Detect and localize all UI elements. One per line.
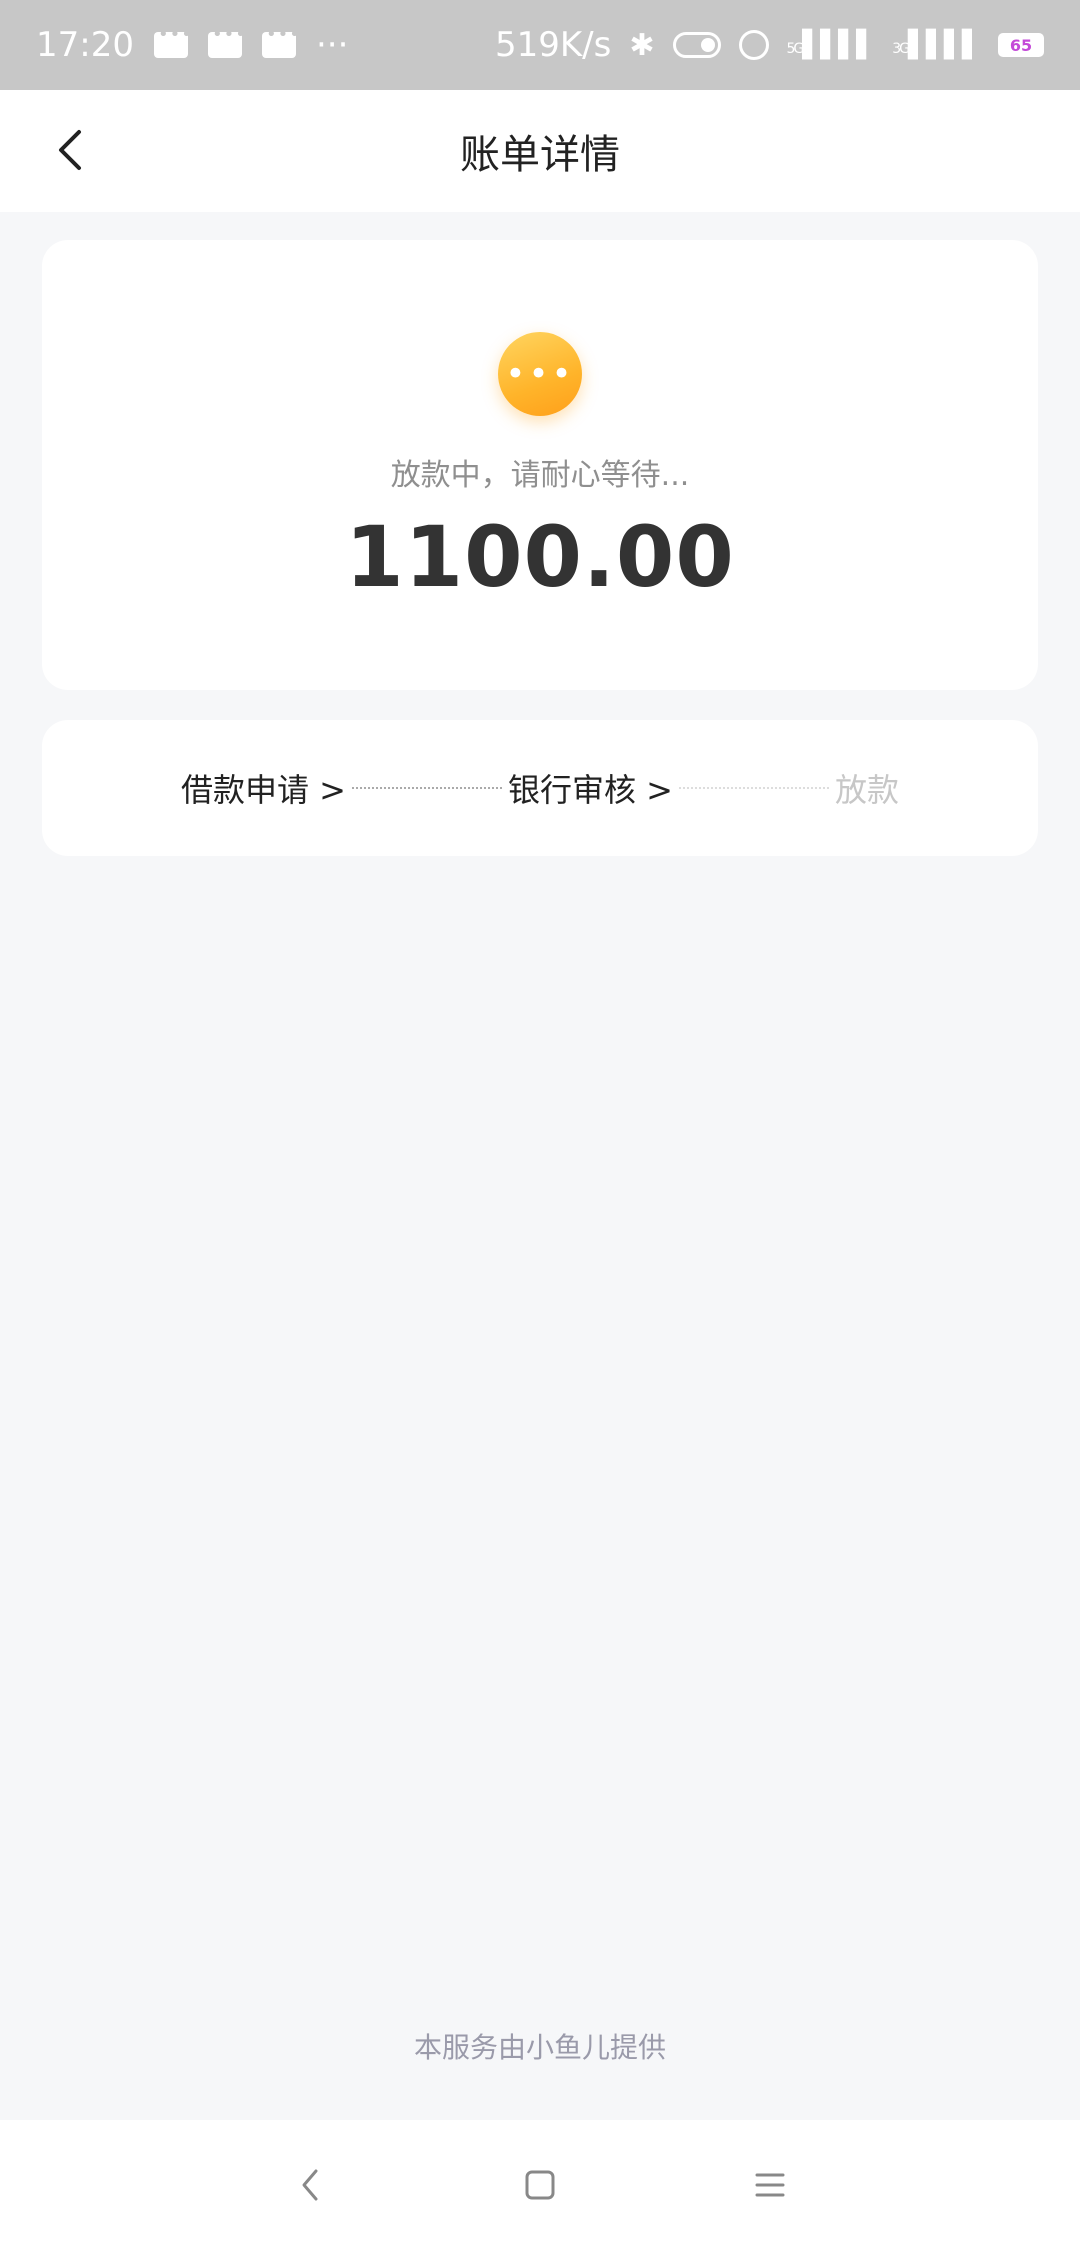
loan-amount: 1100.00 <box>345 508 735 606</box>
loan-status-card: ••• 放款中，请耐心等待... 1100.00 <box>42 240 1038 690</box>
system-nav-bar <box>0 2120 1080 2250</box>
toggle-icon <box>672 32 721 58</box>
signal-icon: 5G▌▌▌▌ <box>786 30 877 60</box>
nav-back-button[interactable] <box>280 2155 340 2215</box>
home-icon <box>525 2170 555 2200</box>
step-connector <box>678 787 829 789</box>
status-time: 17:20 <box>36 25 134 65</box>
alarm-icon <box>738 30 769 60</box>
more-notifications-icon: ··· <box>315 25 349 65</box>
step-connector <box>351 787 502 789</box>
progress-steps-card: 借款申请 > 银行审核 > 放款 <box>42 720 1038 856</box>
battery-icon: 65 <box>998 33 1044 57</box>
nav-menu-button[interactable] <box>740 2155 800 2215</box>
page-title: 账单详情 <box>460 132 620 178</box>
signal-label: 3G <box>892 41 910 57</box>
signal-label: 5G <box>786 41 805 57</box>
status-bar: 17:20 ··· 519K/s ✱ 5G▌▌▌▌ 3G▌▌▌▌ 65 <box>0 0 1080 90</box>
provider-text: 本服务由小鱼儿提供 <box>413 2031 666 2064</box>
battery-level: 65 <box>1009 35 1033 55</box>
back-icon <box>302 2169 318 2201</box>
message-icon <box>207 24 247 58</box>
message-icon <box>261 24 301 58</box>
header: 账单详情 <box>0 90 1080 212</box>
bluetooth-icon: ✱ <box>629 27 655 63</box>
message-icon <box>153 24 193 58</box>
ellipsis-icon: ••• <box>498 332 582 416</box>
status-right: 519K/s ✱ 5G▌▌▌▌ 3G▌▌▌▌ 65 <box>495 25 1044 65</box>
signal-icon: 3G▌▌▌▌ <box>892 30 982 60</box>
chevron-left-icon <box>59 130 81 170</box>
network-speed: 519K/s <box>494 25 612 65</box>
step-loan-application: 借款申请 > <box>180 771 346 809</box>
step-disbursement: 放款 <box>834 771 899 809</box>
step-bank-review: 银行审核 > <box>507 771 673 809</box>
menu-icon <box>755 2173 785 2197</box>
status-text: 放款中，请耐心等待... <box>390 458 690 493</box>
nav-home-button[interactable] <box>510 2155 570 2215</box>
back-button[interactable] <box>40 120 100 180</box>
status-left: 17:20 ··· <box>36 24 349 65</box>
